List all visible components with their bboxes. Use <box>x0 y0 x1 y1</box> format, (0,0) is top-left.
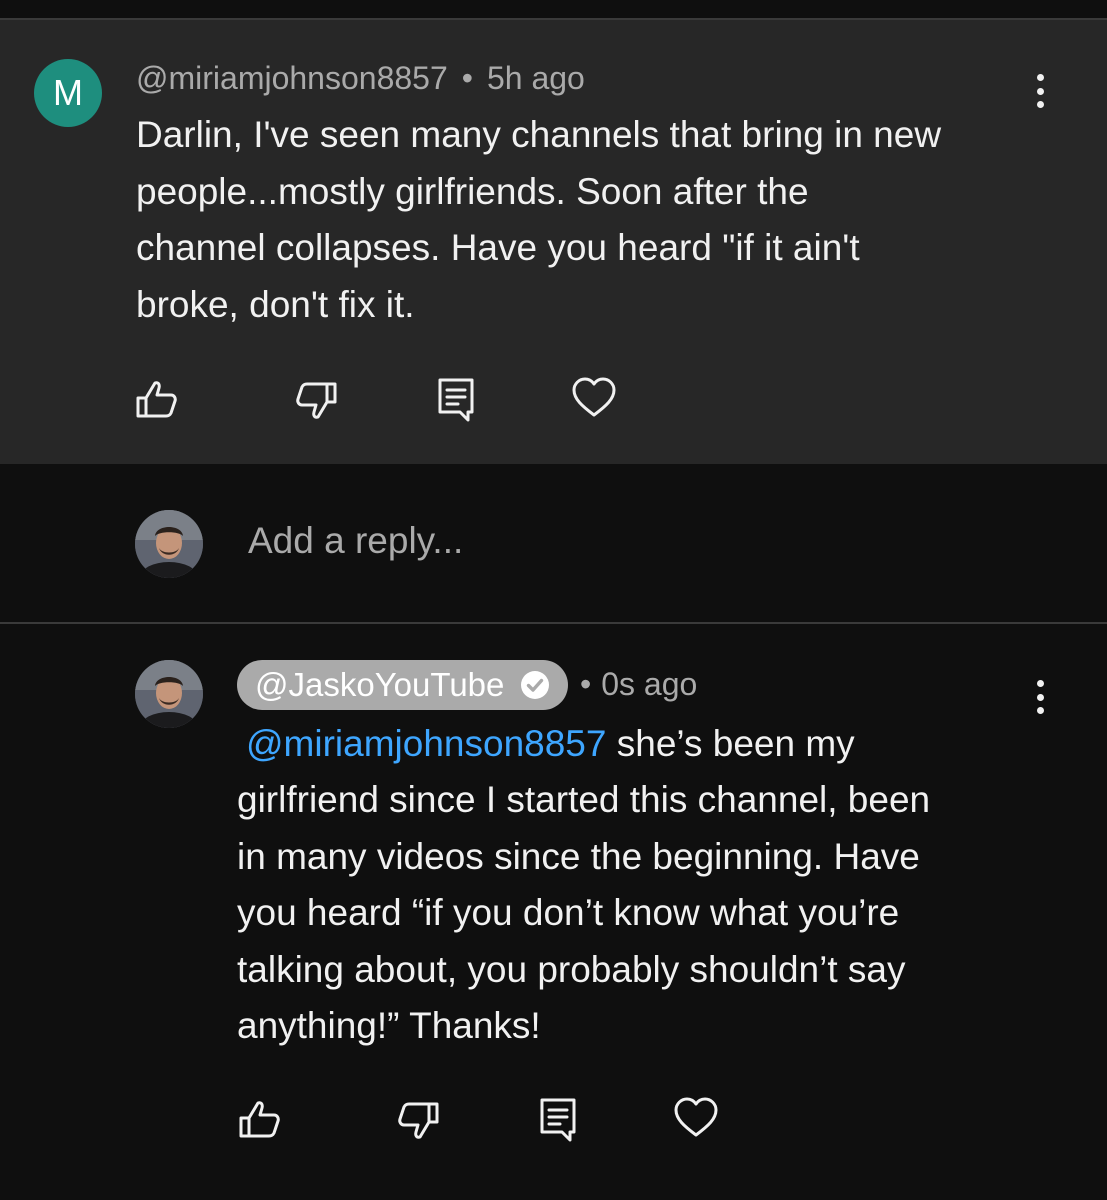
reply-meta-separator: • <box>580 666 592 702</box>
reply-author: @JaskoYouTube <box>255 666 505 703</box>
top-divider <box>0 0 1107 20</box>
reply-first-line-text: she’s been my <box>606 723 855 764</box>
add-reply-input[interactable]: Add a reply... <box>248 520 463 562</box>
reply-author-badge[interactable]: @JaskoYouTube <box>237 660 568 710</box>
comment-author[interactable]: @miriamjohnson8857 <box>136 60 448 96</box>
comments-screen: M @miriamjohnson8857 • 5h ago Darlin, I've… <box>0 0 1107 1200</box>
current-user-avatar[interactable] <box>135 510 203 578</box>
meta-separator: • <box>461 60 473 96</box>
more-options-icon[interactable] <box>1025 71 1055 111</box>
reply-more-options-icon[interactable] <box>1025 677 1055 717</box>
reply-like-icon[interactable] <box>236 1096 284 1144</box>
reply-divider <box>0 622 1107 624</box>
reply-author-avatar[interactable] <box>135 660 203 728</box>
reply-icon[interactable] <box>432 376 480 424</box>
commenter-avatar[interactable]: M <box>34 59 102 127</box>
dislike-icon[interactable] <box>292 376 340 424</box>
comment-body: Darlin, I've seen many channels that bri… <box>136 114 942 325</box>
like-icon[interactable] <box>133 376 181 424</box>
reply-meta: • 0s ago <box>568 666 697 703</box>
verified-check-icon <box>520 670 550 700</box>
reply-body: girlfriend since I started this channel,… <box>237 779 931 1046</box>
comment-timestamp: 5h ago <box>486 60 585 96</box>
comment-meta: @miriamjohnson8857 • 5h ago <box>136 60 585 97</box>
reply-timestamp: 0s ago <box>601 666 698 702</box>
reply-first-line: @miriamjohnson8857 she’s been my <box>237 716 1097 773</box>
reply-heart-icon[interactable] <box>672 1094 720 1142</box>
reply-dislike-icon[interactable] <box>394 1096 442 1144</box>
heart-icon[interactable] <box>570 374 618 422</box>
reply-reply-icon[interactable] <box>534 1096 582 1144</box>
mention-link[interactable]: @miriamjohnson8857 <box>246 723 606 764</box>
